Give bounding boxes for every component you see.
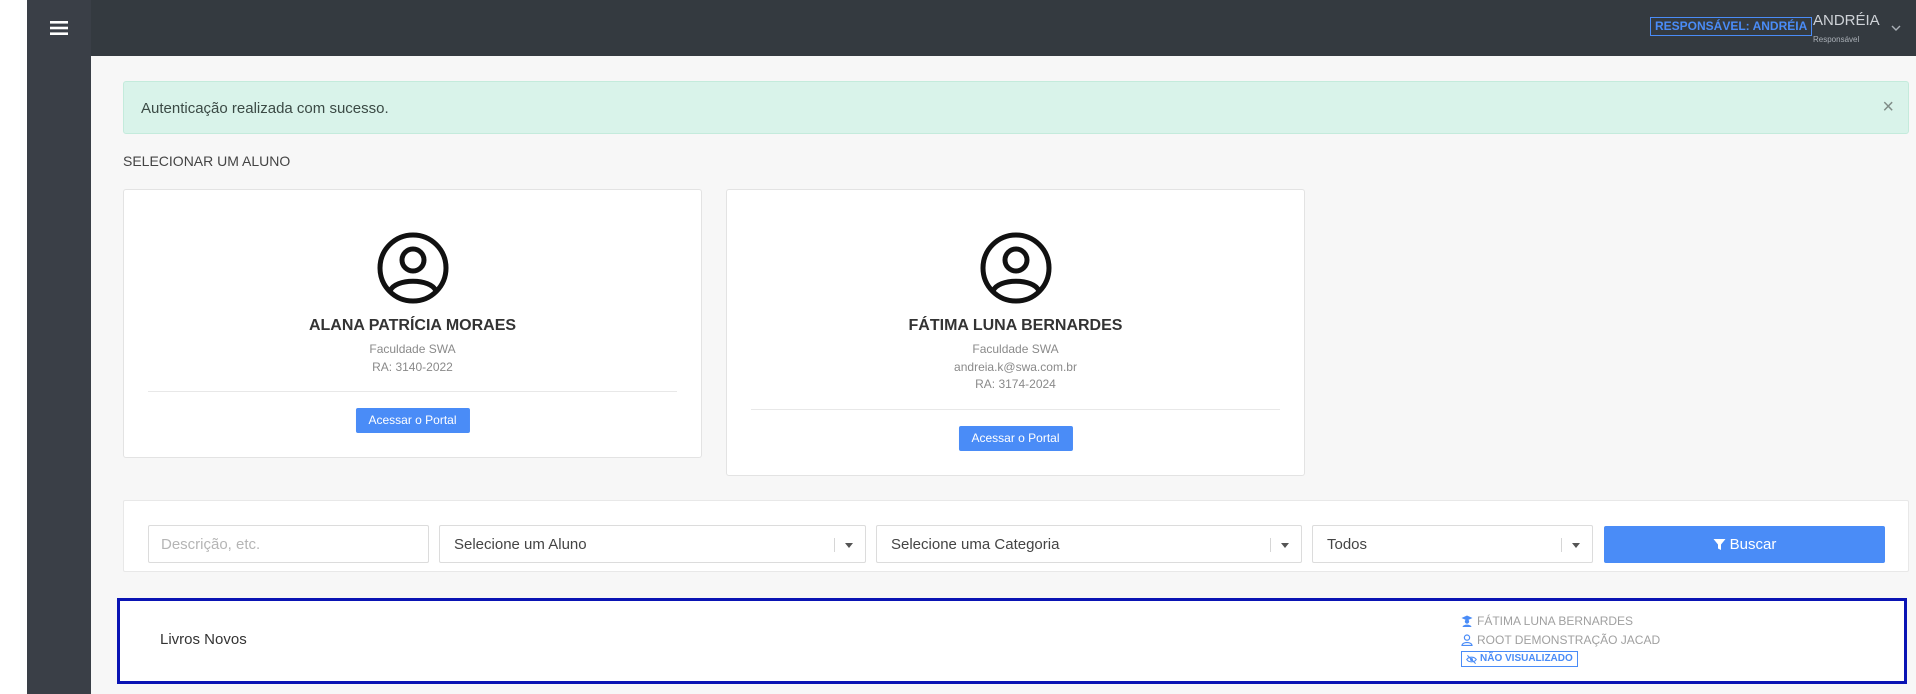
access-portal-button[interactable]: Acessar o Portal [355, 408, 470, 433]
category-select-value: Selecione uma Categoria [891, 536, 1060, 553]
card-divider [148, 391, 677, 392]
select-separator [1561, 538, 1562, 552]
responsible-badge: RESPONSÁVEL: ANDRÉIA [1650, 17, 1813, 36]
eye-slash-icon [1466, 654, 1477, 664]
success-alert: Autenticação realizada com sucesso. × [123, 81, 1909, 134]
record-student-name: FÁTIMA LUNA BERNARDES [1477, 614, 1634, 628]
graduate-icon [1461, 615, 1473, 627]
user-circle-icon [377, 232, 448, 304]
record-title: Livros Novos [160, 631, 247, 648]
filter-icon [1713, 539, 1726, 550]
alert-message: Autenticação realizada com sucesso. [141, 100, 389, 117]
section-title: SELECIONAR UM ALUNO [123, 153, 291, 169]
student-name: FÁTIMA LUNA BERNARDES [908, 317, 1123, 334]
category-select[interactable]: Selecione uma Categoria [876, 525, 1302, 563]
student-select-value: Selecione um Aluno [454, 536, 587, 553]
user-name[interactable]: ANDRÉIA [1813, 12, 1880, 29]
chevron-down-icon[interactable] [1890, 23, 1902, 33]
user-icon [1461, 634, 1473, 646]
status-select-value: Todos [1327, 536, 1368, 553]
student-ra: RA: 3174-2024 [975, 377, 1056, 391]
status-select[interactable]: Todos [1312, 525, 1593, 563]
caret-down-icon [1572, 543, 1580, 548]
select-separator [834, 538, 835, 552]
student-name: ALANA PATRÍCIA MORAES [308, 317, 517, 334]
alert-close-button[interactable]: × [1882, 95, 1894, 119]
avatar [980, 232, 1052, 304]
user-role: Responsável [1813, 35, 1860, 44]
card-divider [751, 409, 1280, 410]
description-search-input[interactable] [148, 525, 429, 563]
avatar [377, 232, 449, 304]
search-button-label: Buscar [1729, 536, 1777, 553]
caret-down-icon [1281, 543, 1289, 548]
menu-toggle-button[interactable] [27, 0, 91, 56]
status-badge-label: NÃO VISUALIZADO [1480, 653, 1573, 664]
sidebar [27, 0, 91, 694]
top-navbar [91, 0, 1916, 56]
student-ra: RA: 3140-2022 [372, 360, 453, 374]
student-institution: Faculdade SWA [972, 342, 1059, 356]
hamburger-icon [50, 21, 68, 35]
student-card: FÁTIMA LUNA BERNARDES Faculdade SWA andr… [726, 189, 1305, 476]
user-circle-icon [980, 232, 1051, 304]
caret-down-icon [845, 543, 853, 548]
search-button[interactable]: Buscar [1604, 526, 1885, 563]
student-card: ALANA PATRÍCIA MORAES Faculdade SWA RA: … [123, 189, 702, 458]
record-author: ROOT DEMONSTRAÇÃO JACAD [1461, 633, 1660, 647]
student-email: andreia.k@swa.com.br [954, 360, 1077, 374]
record-student: FÁTIMA LUNA BERNARDES [1461, 614, 1633, 628]
student-institution: Faculdade SWA [369, 342, 456, 356]
select-separator [1270, 538, 1271, 552]
student-select[interactable]: Selecione um Aluno [439, 525, 866, 563]
access-portal-button[interactable]: Acessar o Portal [958, 426, 1073, 451]
record-author-name: ROOT DEMONSTRAÇÃO JACAD [1477, 633, 1661, 647]
status-badge: NÃO VISUALIZADO [1461, 651, 1578, 667]
